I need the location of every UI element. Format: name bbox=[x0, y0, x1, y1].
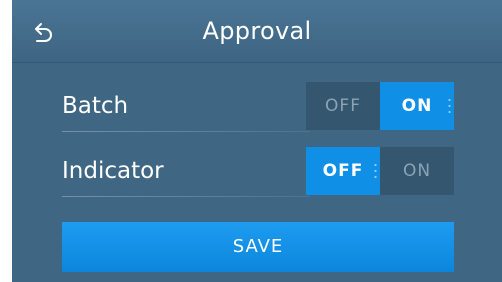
batch-toggle[interactable]: OFF ON bbox=[306, 82, 454, 130]
setting-label-batch: Batch bbox=[62, 93, 129, 119]
indicator-off-label: OFF bbox=[322, 161, 364, 181]
divider bbox=[62, 131, 310, 132]
divider bbox=[62, 196, 310, 197]
header-bar: Approval bbox=[12, 0, 502, 63]
page-title: Approval bbox=[202, 17, 312, 45]
approval-screen: Approval Batch OFF ON Indicator OFF ON S… bbox=[12, 0, 502, 282]
drag-handle-icon bbox=[374, 162, 377, 180]
setting-label-indicator: Indicator bbox=[62, 158, 164, 184]
setting-row-batch: Batch OFF ON bbox=[62, 81, 454, 132]
back-arrow-icon bbox=[35, 23, 52, 42]
batch-on-label: ON bbox=[401, 96, 433, 116]
indicator-off-option[interactable]: OFF bbox=[306, 147, 380, 195]
drag-handle-icon bbox=[448, 97, 451, 115]
save-button[interactable]: SAVE bbox=[62, 222, 454, 272]
indicator-toggle[interactable]: OFF ON bbox=[306, 147, 454, 195]
indicator-on-option[interactable]: ON bbox=[380, 147, 454, 195]
batch-off-option[interactable]: OFF bbox=[306, 82, 380, 130]
setting-row-indicator: Indicator OFF ON bbox=[62, 146, 454, 197]
back-button[interactable] bbox=[26, 14, 62, 50]
batch-on-option[interactable]: ON bbox=[380, 82, 454, 130]
